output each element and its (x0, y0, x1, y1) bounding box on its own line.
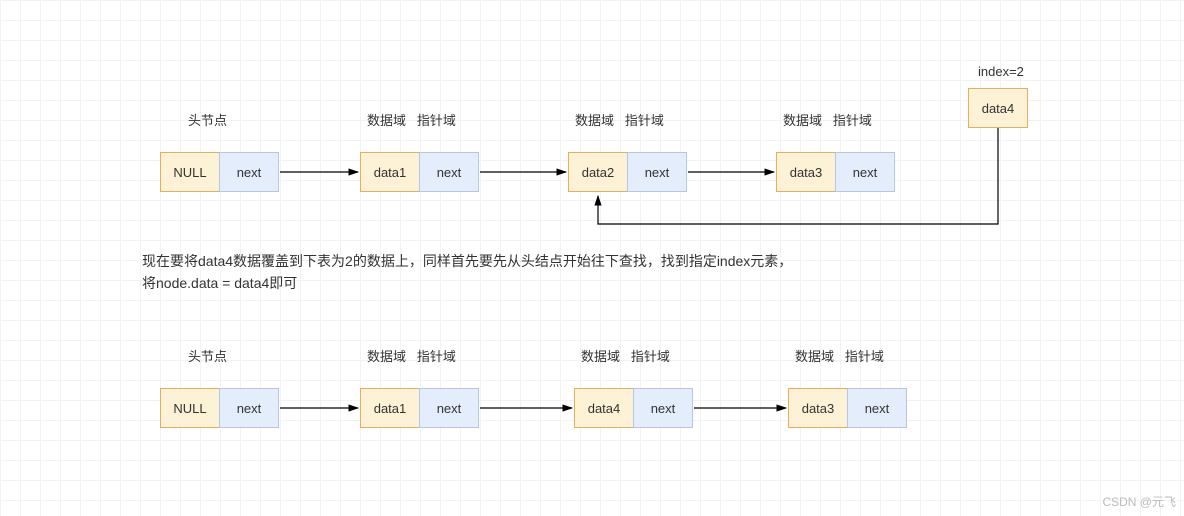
label-fields-2c: 数据域 指针域 (795, 346, 884, 365)
label-fields-1a: 数据域 指针域 (367, 110, 456, 129)
cell-next: next (219, 152, 279, 192)
label-fields-1b: 数据域 指针域 (575, 110, 664, 129)
watermark: CSDN @元飞 (1102, 493, 1176, 510)
cell-data: data1 (360, 388, 420, 428)
node-r2-1: data1 next (360, 388, 479, 428)
cell-next: next (219, 388, 279, 428)
cell-data: data3 (788, 388, 848, 428)
node-r1-0: NULL next (160, 152, 279, 192)
cell-data: data4 (574, 388, 634, 428)
label-head-2: 头节点 (188, 346, 227, 365)
label-fields-2b: 数据域 指针域 (581, 346, 670, 365)
diagram-canvas: 头节点 NULL next 数据域 指针域 data1 next 数据域 指针域… (0, 0, 1184, 516)
cell-next: next (419, 388, 479, 428)
node-r1-1: data1 next (360, 152, 479, 192)
node-r1-3: data3 next (776, 152, 895, 192)
cell-data: data2 (568, 152, 628, 192)
node-r2-0: NULL next (160, 388, 279, 428)
cell-next: next (847, 388, 907, 428)
node-r1-2: data2 next (568, 152, 687, 192)
cell-next: next (627, 152, 687, 192)
cell-next: next (633, 388, 693, 428)
description-text: 现在要将data4数据覆盖到下表为2的数据上，同样首先要先从头结点开始往下查找，… (142, 250, 792, 295)
cell-next: next (419, 152, 479, 192)
label-fields-2a: 数据域 指针域 (367, 346, 456, 365)
label-index: index=2 (978, 64, 1024, 79)
node-new-data: data4 (968, 88, 1028, 128)
cell-data: NULL (160, 152, 220, 192)
node-r2-3: data3 next (788, 388, 907, 428)
cell-data: NULL (160, 388, 220, 428)
cell-next: next (835, 152, 895, 192)
label-fields-1c: 数据域 指针域 (783, 110, 872, 129)
node-r2-2: data4 next (574, 388, 693, 428)
cell-data: data1 (360, 152, 420, 192)
cell-data: data3 (776, 152, 836, 192)
label-head-1: 头节点 (188, 110, 227, 129)
